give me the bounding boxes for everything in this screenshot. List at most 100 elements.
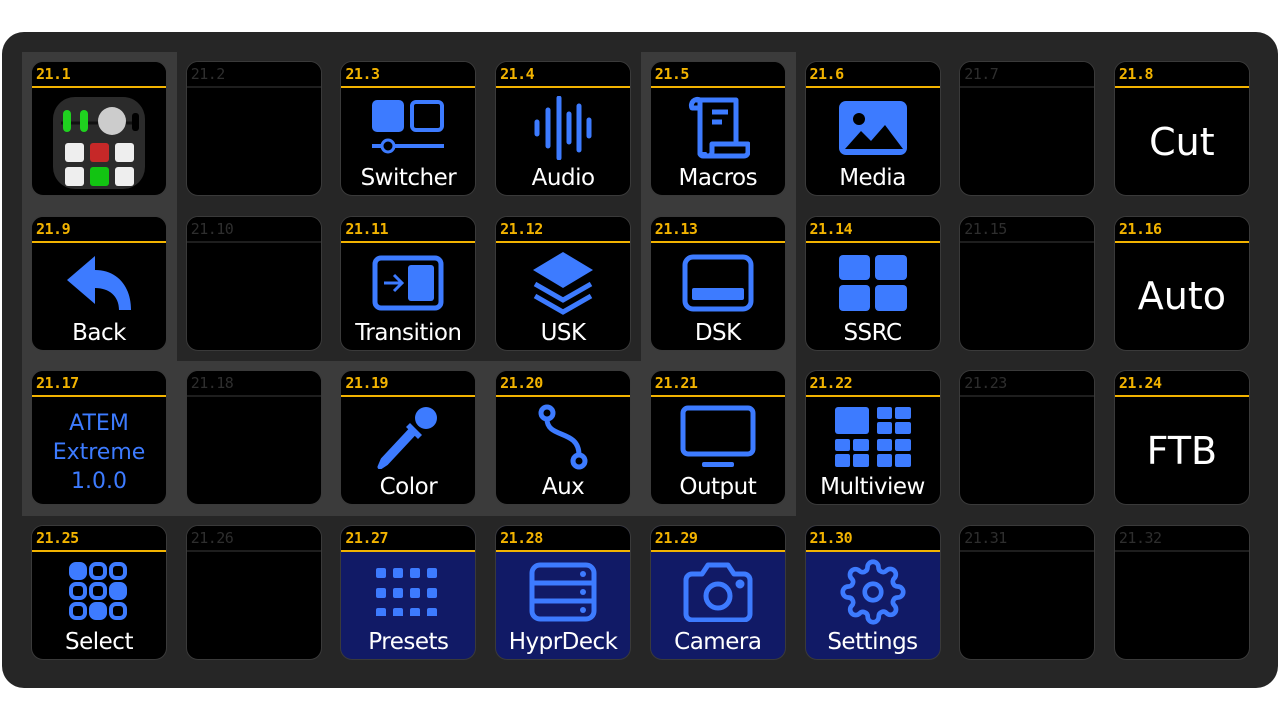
button-21-25-select[interactable]: 21.25 Select (31, 525, 167, 661)
button-number: 21.23 (964, 374, 1007, 393)
button-header: 21.13 (650, 216, 785, 243)
button-21-31-empty[interactable]: 21.31 (959, 525, 1096, 661)
button-number: 21.29 (654, 529, 698, 548)
button-21-19-color[interactable]: 21.19 Color (340, 370, 477, 506)
device-info-line: 1.0.0 (71, 469, 127, 495)
button-header: 21.31 (960, 526, 1095, 553)
button-label: HyprDeck (508, 629, 618, 656)
button-number: 21.21 (654, 374, 698, 393)
button-21-9-back[interactable]: 21.9 Back (31, 215, 167, 351)
device-info-line: Extreme (52, 440, 146, 466)
button-21-21-output[interactable]: 21.21 Output (649, 370, 786, 506)
select-grid-icon (32, 558, 166, 626)
button-header: 21.11 (341, 216, 476, 243)
scroll-icon (651, 94, 785, 162)
button-21-20-aux[interactable]: 21.20 Aux (495, 370, 632, 506)
button-header: 21.23 (960, 371, 1095, 398)
button-header: 21.27 (341, 526, 476, 553)
button-label: Transition (355, 319, 462, 346)
button-header: 21.14 (805, 216, 940, 243)
button-number: 21.13 (654, 219, 698, 238)
button-number: 21.1 (36, 65, 71, 83)
button-number: 21.31 (964, 529, 1007, 548)
button-number: 21.10 (190, 219, 234, 238)
button-number: 21.16 (1118, 219, 1162, 238)
button-21-13-dsk[interactable]: 21.13 DSK (649, 215, 786, 351)
back-arrow-icon (32, 249, 166, 317)
button-header: 21.28 (496, 526, 631, 553)
button-21-14-ssrc[interactable]: 21.14 SSRC (804, 215, 941, 351)
button-number: 21.5 (654, 65, 690, 83)
button-21-24-ftb[interactable]: 21.24 FTB (1113, 370, 1250, 506)
image-icon (806, 94, 940, 162)
button-header: 21.30 (805, 526, 940, 553)
button-number: 21.3 (345, 65, 380, 83)
button-number: 21.25 (36, 529, 79, 548)
button-21-3-switcher[interactable]: 21.3 Switcher (340, 61, 477, 196)
button-21-17-atem-info[interactable]: 21.17 ATEM Extreme 1.0.0 (31, 370, 167, 506)
button-label: Color (379, 474, 438, 501)
button-21-28-hyprdeck[interactable]: 21.28 HyprDeck (495, 525, 632, 661)
button-number: 21.14 (809, 219, 853, 238)
button-21-15-empty[interactable]: 21.15 (959, 215, 1096, 351)
button-21-18-empty[interactable]: 21.18 (185, 370, 322, 506)
button-21-23-empty[interactable]: 21.23 (959, 370, 1096, 506)
button-header: 21.7 (960, 62, 1095, 88)
button-21-10-empty[interactable]: 21.10 (185, 215, 322, 351)
switcher-icon (341, 94, 475, 162)
button-header: 21.4 (496, 62, 631, 88)
button-number: 21.4 (500, 65, 535, 83)
button-number: 21.19 (345, 374, 389, 393)
button-21-8-cut[interactable]: 21.8 Cut (1113, 61, 1250, 196)
button-header: 21.29 (650, 526, 785, 553)
transition-icon (341, 249, 475, 317)
button-label: Presets (368, 629, 449, 656)
route-icon (496, 403, 630, 471)
button-number: 21.27 (345, 529, 389, 548)
button-21-11-transition[interactable]: 21.11 Transition (340, 215, 477, 351)
button-label: Media (839, 165, 906, 191)
button-21-16-auto[interactable]: 21.16 Auto (1113, 215, 1250, 351)
button-21-4-audio[interactable]: 21.4 Audio (495, 61, 632, 196)
button-number: 21.7 (964, 65, 999, 83)
button-21-32-empty[interactable]: 21.32 (1113, 525, 1250, 661)
button-header: 21.20 (496, 371, 631, 398)
button-header: 21.5 (650, 62, 785, 88)
button-header: 21.12 (496, 216, 631, 243)
button-number: 21.17 (36, 374, 79, 393)
button-label: Switcher (360, 165, 457, 191)
button-label: Aux (541, 474, 585, 501)
button-number: 21.15 (964, 219, 1007, 238)
button-grid-panel: 21.1 21.2 21.3 Switcher 21.4 Audio 21.5 Macros 2… (2, 32, 1278, 688)
button-21-30-settings[interactable]: 21.30 Settings (804, 525, 941, 661)
button-number: 21.11 (345, 219, 389, 238)
button-header: 21.24 (1114, 371, 1249, 398)
button-header: 21.19 (341, 371, 476, 398)
button-header: 21.25 (32, 526, 166, 553)
button-header: 21.8 (1114, 62, 1249, 88)
mixer-app-icon (32, 88, 166, 195)
button-number: 21.30 (809, 529, 853, 548)
monitor-icon (651, 403, 785, 471)
button-21-29-camera[interactable]: 21.29 Camera (649, 525, 786, 661)
button-header: 21.17 (32, 371, 166, 398)
button-label: DSK (694, 319, 741, 346)
button-21-6-media[interactable]: 21.6 Media (804, 61, 941, 196)
eyedropper-icon (341, 403, 475, 471)
button-21-1-empty[interactable]: 21.1 (31, 61, 167, 196)
button-label: Macros (678, 165, 758, 191)
button-21-12-usk[interactable]: 21.12 USK (495, 215, 632, 351)
button-number: 21.32 (1118, 529, 1162, 548)
button-21-7-empty[interactable]: 21.7 (959, 61, 1096, 196)
button-header: 21.26 (186, 526, 321, 553)
button-number: 21.22 (809, 374, 853, 393)
button-label: Camera (674, 629, 762, 656)
button-header: 21.1 (32, 62, 166, 88)
button-number: 21.18 (190, 374, 234, 393)
button-21-2-empty[interactable]: 21.2 (185, 61, 322, 196)
button-21-27-presets[interactable]: 21.27 Presets (340, 525, 477, 661)
button-21-22-multiview[interactable]: 21.22 Multiview (804, 370, 941, 506)
button-21-5-macros[interactable]: 21.5 Macros (649, 61, 786, 196)
button-label: Select (65, 629, 133, 656)
button-21-26-empty[interactable]: 21.26 (185, 525, 322, 661)
